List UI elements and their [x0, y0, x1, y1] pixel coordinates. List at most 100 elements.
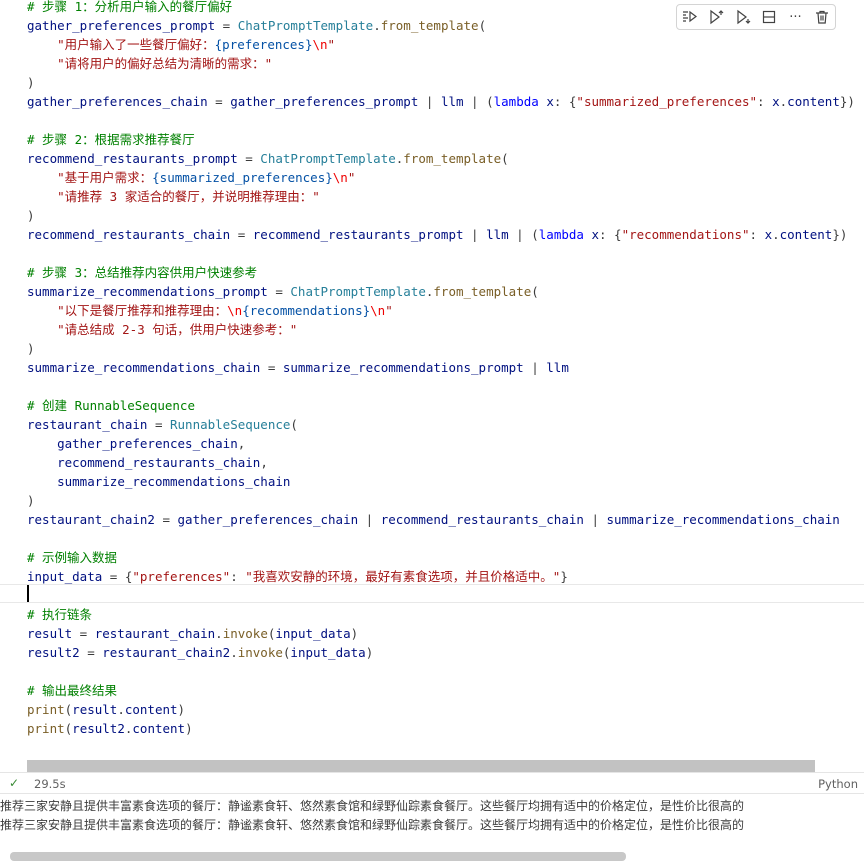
code-token: # 步骤 3：总结推荐内容供用户快速参考 [27, 265, 258, 280]
code-token: restaurant_chain [27, 417, 148, 432]
code-line: input_data = {"preferences": "我喜欢安静的环境，最… [27, 567, 855, 586]
code-token: recommend_restaurants_prompt [252, 227, 464, 242]
code-token: from_template [403, 151, 502, 166]
run-by-line-icon[interactable] [679, 6, 701, 28]
code-token: restaurant_chain2 [102, 645, 231, 660]
code-token: = [147, 417, 170, 432]
cell-output: 推荐三家安静且提供丰富素食选项的餐厅：静谧素食轩、悠然素食馆和绿野仙踪素食餐厅。… [0, 797, 864, 835]
code-token: x [546, 94, 554, 109]
code-token: content [124, 702, 178, 717]
code-token: input_data [27, 569, 103, 584]
code-token: " [385, 303, 393, 318]
code-token: ) [27, 208, 35, 223]
code-line: "基于用户需求：{summarized_preferences}\n" [27, 168, 855, 187]
code-token: # 示例输入数据 [27, 550, 118, 565]
code-token: " [327, 37, 336, 52]
code-token: input_data [290, 645, 366, 660]
more-actions-icon[interactable]: ··· [784, 6, 806, 28]
code-token: \n [332, 170, 348, 185]
code-token: summarize_recommendations_prompt [282, 360, 524, 375]
code-token: from_template [433, 284, 532, 299]
code-token: content [787, 94, 840, 109]
code-token: , [260, 455, 268, 470]
code-token: = [72, 626, 95, 641]
code-token: | [523, 360, 547, 375]
code-line: gather_preferences_chain, [27, 434, 855, 453]
code-token: content [132, 721, 186, 736]
code-line: print(result.content) [27, 700, 855, 719]
cell-language[interactable]: Python [818, 777, 858, 791]
code-line: "用户输入了一些餐厅偏好：{preferences}\n" [27, 35, 855, 54]
code-line: "以下是餐厅推荐和推荐理由：\n{recommendations}\n" [27, 301, 855, 320]
code-token: ) [177, 702, 186, 717]
code-token: = [237, 151, 261, 166]
cell-toolbar: ··· [676, 4, 836, 30]
code-token: \n [312, 37, 328, 52]
code-token: = [215, 18, 238, 33]
code-token: | [418, 94, 441, 109]
code-cell[interactable]: # 步骤 1：分析用户输入的餐厅偏好 gather_preferences_pro… [0, 0, 864, 772]
code-token: summarize_recommendations_chain [27, 360, 261, 375]
code-token: | [463, 227, 487, 242]
code-token: gather_preferences_prompt [230, 94, 419, 109]
output-scrollbar[interactable] [10, 852, 626, 861]
code-token: # 输出最终结果 [27, 683, 118, 698]
code-line: # 步骤 3：总结推荐内容供用户快速参考 [27, 263, 855, 282]
code-token: , [237, 436, 246, 451]
code-token: = [154, 512, 178, 527]
code-token: "请总结成 2-3 句话，供用户快速参考：" [57, 322, 298, 337]
horizontal-scrollbar[interactable] [27, 760, 815, 772]
code-token: recommend_restaurants_chain [57, 455, 261, 470]
code-token: {preferences} [214, 37, 313, 52]
code-line: # 输出最终结果 [27, 681, 855, 700]
delete-icon[interactable] [811, 6, 833, 28]
code-token: lambda [538, 227, 584, 242]
code-token: : [749, 227, 765, 242]
code-token: llm [546, 360, 569, 375]
code-token: "用户输入了一些餐厅偏好： [57, 37, 215, 52]
code-token: ( [290, 417, 298, 432]
code-line: result2 = restaurant_chain2.invoke(input… [27, 643, 855, 662]
code-token: {summarized_preferences} [152, 170, 333, 185]
code-token: . [215, 626, 223, 641]
execute-above-icon[interactable] [705, 6, 727, 28]
code-token: ( [501, 151, 509, 166]
code-token: = [267, 284, 291, 299]
code-line: gather_preferences_chain = gather_prefer… [27, 92, 855, 111]
code-line: "请将用户的偏好总结为清晰的需求：" [27, 54, 855, 73]
code-token: | [583, 512, 607, 527]
code-token: }) [839, 94, 855, 109]
code-line: ) [27, 491, 855, 510]
code-line: recommend_restaurants_prompt = ChatPromp… [27, 149, 855, 168]
code-token: : [757, 94, 773, 109]
code-token: \n [370, 303, 386, 318]
code-token: "summarized_preferences" [576, 94, 758, 109]
code-line: # 创建 RunnableSequence [27, 396, 855, 415]
code-line: result = restaurant_chain.invoke(input_d… [27, 624, 855, 643]
code-token: ) [350, 626, 359, 641]
execute-below-icon[interactable] [732, 6, 754, 28]
split-cell-icon[interactable] [758, 6, 780, 28]
code-token: x [772, 94, 780, 109]
code-token: | ( [508, 227, 539, 242]
code-editor[interactable]: # 步骤 1：分析用户输入的餐厅偏好 gather_preferences_pro… [27, 0, 855, 738]
code-line: ) [27, 339, 855, 358]
code-token: result [72, 702, 118, 717]
code-token: = [260, 360, 283, 375]
code-token: ) [27, 75, 35, 90]
code-token: recommend_restaurants_chain [27, 227, 231, 242]
code-token: {recommendations} [242, 303, 371, 318]
code-line: "请总结成 2-3 句话，供用户快速参考：" [27, 320, 855, 339]
output-line: 推荐三家安静且提供丰富素食选项的餐厅：静谧素食轩、悠然素食馆和绿野仙踪素食餐厅。… [0, 799, 745, 813]
code-line: ) [27, 73, 855, 92]
code-token: x [764, 227, 773, 242]
code-token: print [27, 702, 65, 717]
